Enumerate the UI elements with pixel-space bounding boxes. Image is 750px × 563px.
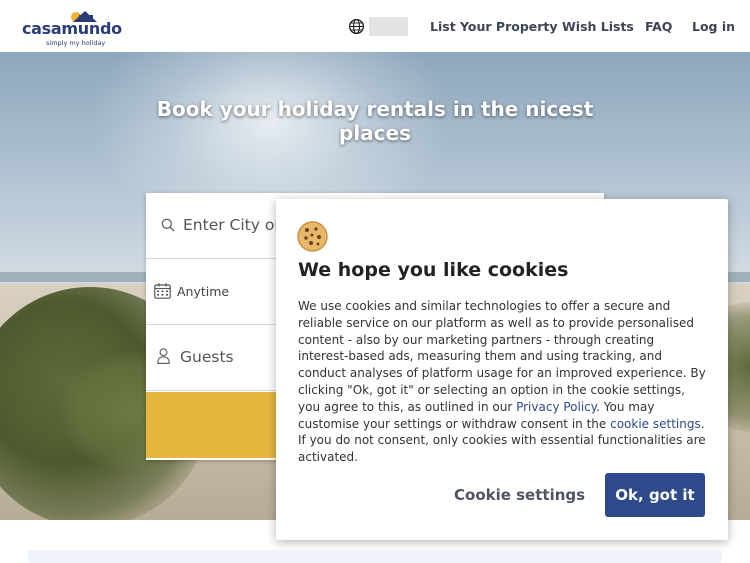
privacy-policy-link[interactable]: Privacy Policy [516, 400, 596, 414]
logo-brand: casamundo [22, 19, 122, 38]
cookie-settings-link[interactable]: cookie settings [610, 417, 701, 431]
cookie-dialog-text: We use cookies and similar technologies … [298, 298, 708, 466]
nav-wish-lists[interactable]: Wish Lists [562, 19, 634, 34]
language-selector[interactable] [369, 17, 408, 36]
accept-cookies-button[interactable]: Ok, got it [605, 473, 705, 517]
globe-icon[interactable] [348, 18, 365, 35]
nav-faq[interactable]: FAQ [645, 19, 672, 34]
cookie-consent-dialog: We hope you like cookies We use cookies … [276, 199, 728, 540]
guests-value: Guests [180, 348, 234, 366]
site-header: casamundo simply my holiday List Your Pr… [0, 0, 750, 52]
person-icon [157, 348, 170, 364]
casamundo-logo[interactable]: casamundo simply my holiday [22, 8, 122, 47]
cookie-dialog-title: We hope you like cookies [298, 259, 569, 281]
nav-list-your-property[interactable]: List Your Property [430, 19, 558, 34]
content-banner-edge [28, 550, 722, 563]
cookie-icon [297, 221, 328, 252]
cookie-settings-button[interactable]: Cookie settings [454, 473, 585, 517]
destination-placeholder: Enter City or [183, 216, 281, 234]
search-icon [161, 218, 175, 232]
logo-tagline: simply my holiday [46, 39, 106, 47]
dates-value: Anytime [177, 284, 230, 299]
hero-title: Book your holiday rentals in the nicest … [156, 97, 594, 145]
cookie-text-part1: We use cookies and similar technologies … [298, 299, 706, 414]
calendar-icon [154, 283, 171, 299]
nav-login[interactable]: Log in [692, 19, 735, 34]
